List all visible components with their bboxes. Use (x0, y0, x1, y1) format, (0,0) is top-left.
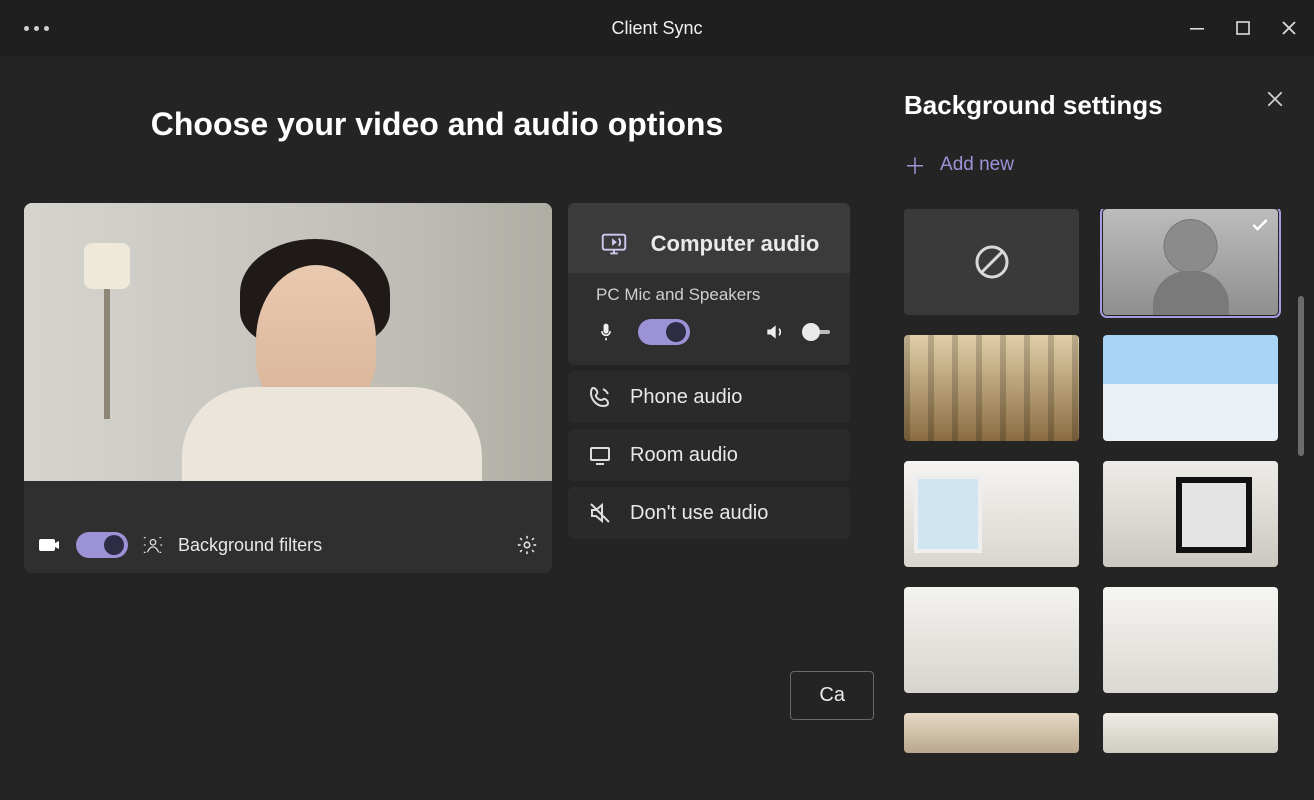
plus-icon: ＋ (904, 149, 926, 181)
background-tile-blur[interactable]: Blur (1103, 209, 1278, 315)
background-tile-image-6[interactable] (1103, 587, 1278, 693)
audio-option-phone[interactable]: Phone audio (568, 371, 850, 423)
microphone-toggle[interactable] (638, 319, 690, 345)
phone-audio-icon (588, 385, 612, 409)
no-audio-label: Don't use audio (630, 502, 768, 525)
room-audio-label: Room audio (630, 444, 738, 467)
background-tile-image-2[interactable] (1103, 335, 1278, 441)
volume-slider[interactable] (806, 330, 830, 334)
audio-option-computer[interactable]: Computer audio (568, 203, 850, 273)
maximize-button[interactable] (1232, 17, 1254, 39)
blur-label: Blur (1103, 295, 1278, 311)
background-tile-image-4[interactable] (1103, 461, 1278, 567)
background-settings-title: Background settings (904, 90, 1163, 121)
background-tile-image-3[interactable] (904, 461, 1079, 567)
close-panel-button[interactable] (1266, 90, 1284, 108)
video-controls: Background filters (24, 517, 552, 573)
title-bar: Client Sync (0, 0, 1314, 56)
background-settings-panel: Background settings ＋ Add new Blur (874, 56, 1314, 800)
device-settings-button[interactable] (516, 534, 538, 556)
audio-option-room[interactable]: Room audio (568, 429, 850, 481)
page-title: Choose your video and audio options (24, 106, 850, 143)
none-icon (972, 242, 1012, 282)
close-window-button[interactable] (1278, 17, 1300, 39)
window-title: Client Sync (611, 18, 702, 39)
add-new-label: Add new (940, 154, 1014, 176)
computer-audio-icon (599, 229, 629, 259)
camera-toggle[interactable] (76, 532, 128, 558)
computer-audio-details: PC Mic and Speakers (568, 273, 850, 365)
speaker-icon (764, 322, 784, 342)
background-grid: Blur (904, 209, 1284, 753)
background-filters-icon (142, 534, 164, 556)
audio-options: Computer audio PC Mic and Speakers (568, 203, 850, 573)
minimize-button[interactable] (1186, 17, 1208, 39)
computer-audio-label: Computer audio (651, 231, 820, 257)
more-menu-icon[interactable] (14, 26, 49, 31)
background-tile-image-7[interactable] (904, 713, 1079, 753)
background-tile-image-5[interactable] (904, 587, 1079, 693)
room-audio-icon (588, 443, 612, 467)
audio-option-none[interactable]: Don't use audio (568, 487, 850, 539)
no-audio-icon (588, 501, 612, 525)
selected-check-icon (1250, 215, 1270, 235)
cancel-button[interactable]: Ca (790, 671, 874, 720)
scrollbar[interactable] (1298, 296, 1304, 456)
phone-audio-label: Phone audio (630, 386, 742, 409)
background-tile-image-1[interactable] (904, 335, 1079, 441)
video-preview (24, 203, 552, 517)
content-area: Choose your video and audio options (0, 56, 1314, 800)
video-preview-card: Background filters (24, 203, 552, 573)
background-tile-image-8[interactable] (1103, 713, 1278, 753)
background-filters-button[interactable]: Background filters (178, 535, 322, 556)
background-tile-none[interactable] (904, 209, 1079, 315)
prejoin-pane: Choose your video and audio options (0, 56, 874, 800)
microphone-icon (596, 322, 616, 342)
audio-device-label: PC Mic and Speakers (596, 285, 830, 305)
camera-icon (38, 533, 62, 557)
add-new-background-button[interactable]: ＋ Add new (904, 149, 1284, 181)
